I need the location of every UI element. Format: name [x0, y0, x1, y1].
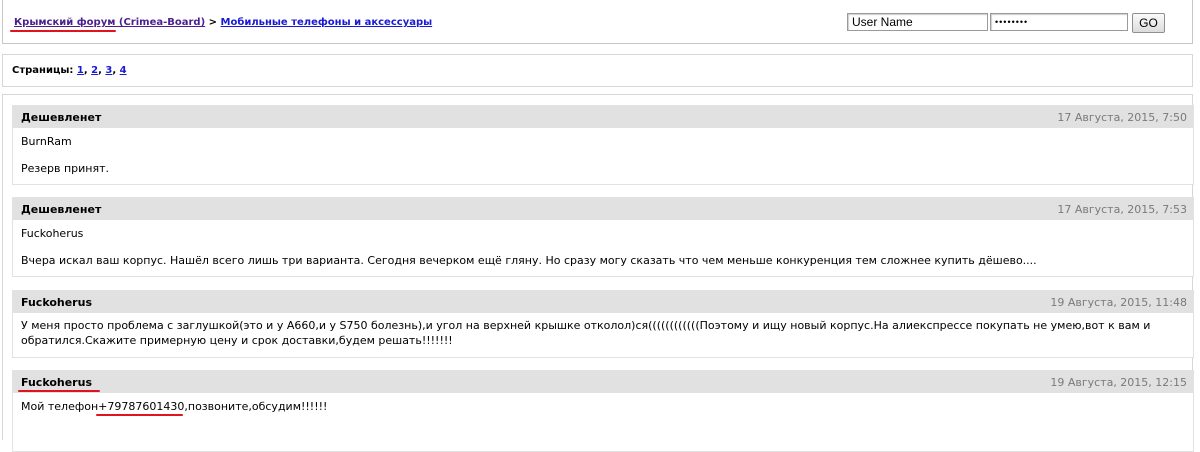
post-quote-name: BurnRam — [21, 135, 72, 148]
post-body: Fuckoherus Вчера искал ваш корпус. Нашёл… — [13, 220, 1193, 268]
post-text: Вчера искал ваш корпус. Нашёл всего лишь… — [21, 254, 1037, 267]
page-link-3[interactable]: 3 — [105, 65, 112, 76]
page-link-1[interactable]: 1 — [77, 65, 84, 76]
post-author: Дешевленет — [21, 203, 102, 216]
post-author: Fuckoherus — [21, 296, 92, 309]
post-body: У меня просто проблема с заглушкой(это и… — [13, 313, 1193, 348]
breadcrumb-separator: > — [208, 17, 218, 28]
pagination: Страницы: 1, 2, 3, 4 — [12, 65, 127, 76]
password-field[interactable]: •••••••• — [990, 13, 1128, 31]
red-annotation-underline — [10, 30, 116, 32]
post-body: Мой телефон+79787601430,позвоните,обсуди… — [13, 393, 1193, 414]
post-date: 17 Августа, 2015, 7:53 — [1057, 203, 1187, 216]
posts-container: Дешевленет 17 Августа, 2015, 7:50 BurnRa… — [2, 94, 1194, 452]
post-header: Fuckoherus 19 Августа, 2015, 12:15 — [13, 371, 1193, 393]
post-header: Fuckoherus 19 Августа, 2015, 11:48 — [13, 291, 1193, 313]
post: Fuckoherus 19 Августа, 2015, 12:15 Мой т… — [12, 370, 1194, 452]
username-field[interactable]: User Name — [847, 13, 988, 31]
page-link-4[interactable]: 4 — [120, 65, 127, 76]
post-text: Резерв принят. — [21, 162, 110, 175]
breadcrumb-forum-link[interactable]: Крымский форум (Crimea-Board) — [14, 17, 205, 28]
post-text: У меня просто проблема с заглушкой(это и… — [21, 319, 1151, 347]
red-annotation-underline — [96, 414, 183, 416]
post-header: Дешевленет 17 Августа, 2015, 7:50 — [13, 106, 1193, 128]
post-date: 17 Августа, 2015, 7:50 — [1057, 111, 1187, 124]
post: Дешевленет 17 Августа, 2015, 7:50 BurnRa… — [12, 105, 1194, 185]
page-link-2[interactable]: 2 — [91, 65, 98, 76]
post-header: Дешевленет 17 Августа, 2015, 7:53 — [13, 198, 1193, 220]
breadcrumb-category-link[interactable]: Мобильные телефоны и аксессуары — [221, 17, 433, 28]
post-text: Мой телефон — [21, 400, 99, 413]
post: Дешевленет 17 Августа, 2015, 7:53 Fuckoh… — [12, 197, 1194, 277]
post: Fuckoherus 19 Августа, 2015, 11:48 У мен… — [12, 290, 1194, 358]
post-text: ,позвоните,обсудим!!!!!! — [184, 400, 328, 413]
post-quote-name: Fuckoherus — [21, 227, 84, 240]
post-date: 19 Августа, 2015, 12:15 — [1050, 376, 1187, 389]
post-date: 19 Августа, 2015, 11:48 — [1050, 296, 1187, 309]
phone-number: +79787601430 — [98, 400, 185, 413]
breadcrumb: Крымский форум (Crimea-Board) > Мобильны… — [14, 17, 432, 28]
go-button[interactable]: GO — [1132, 13, 1165, 33]
post-author: Дешевленет — [21, 111, 102, 124]
post-body: BurnRam Резерв принят. — [13, 128, 1193, 176]
red-annotation-underline — [18, 390, 100, 392]
post-author: Fuckoherus — [21, 376, 92, 389]
pagination-label: Страницы: — [12, 65, 74, 76]
pagination-bar: Страницы: 1, 2, 3, 4 — [2, 54, 1193, 87]
top-bar: Крымский форум (Crimea-Board) > Мобильны… — [2, 0, 1193, 44]
